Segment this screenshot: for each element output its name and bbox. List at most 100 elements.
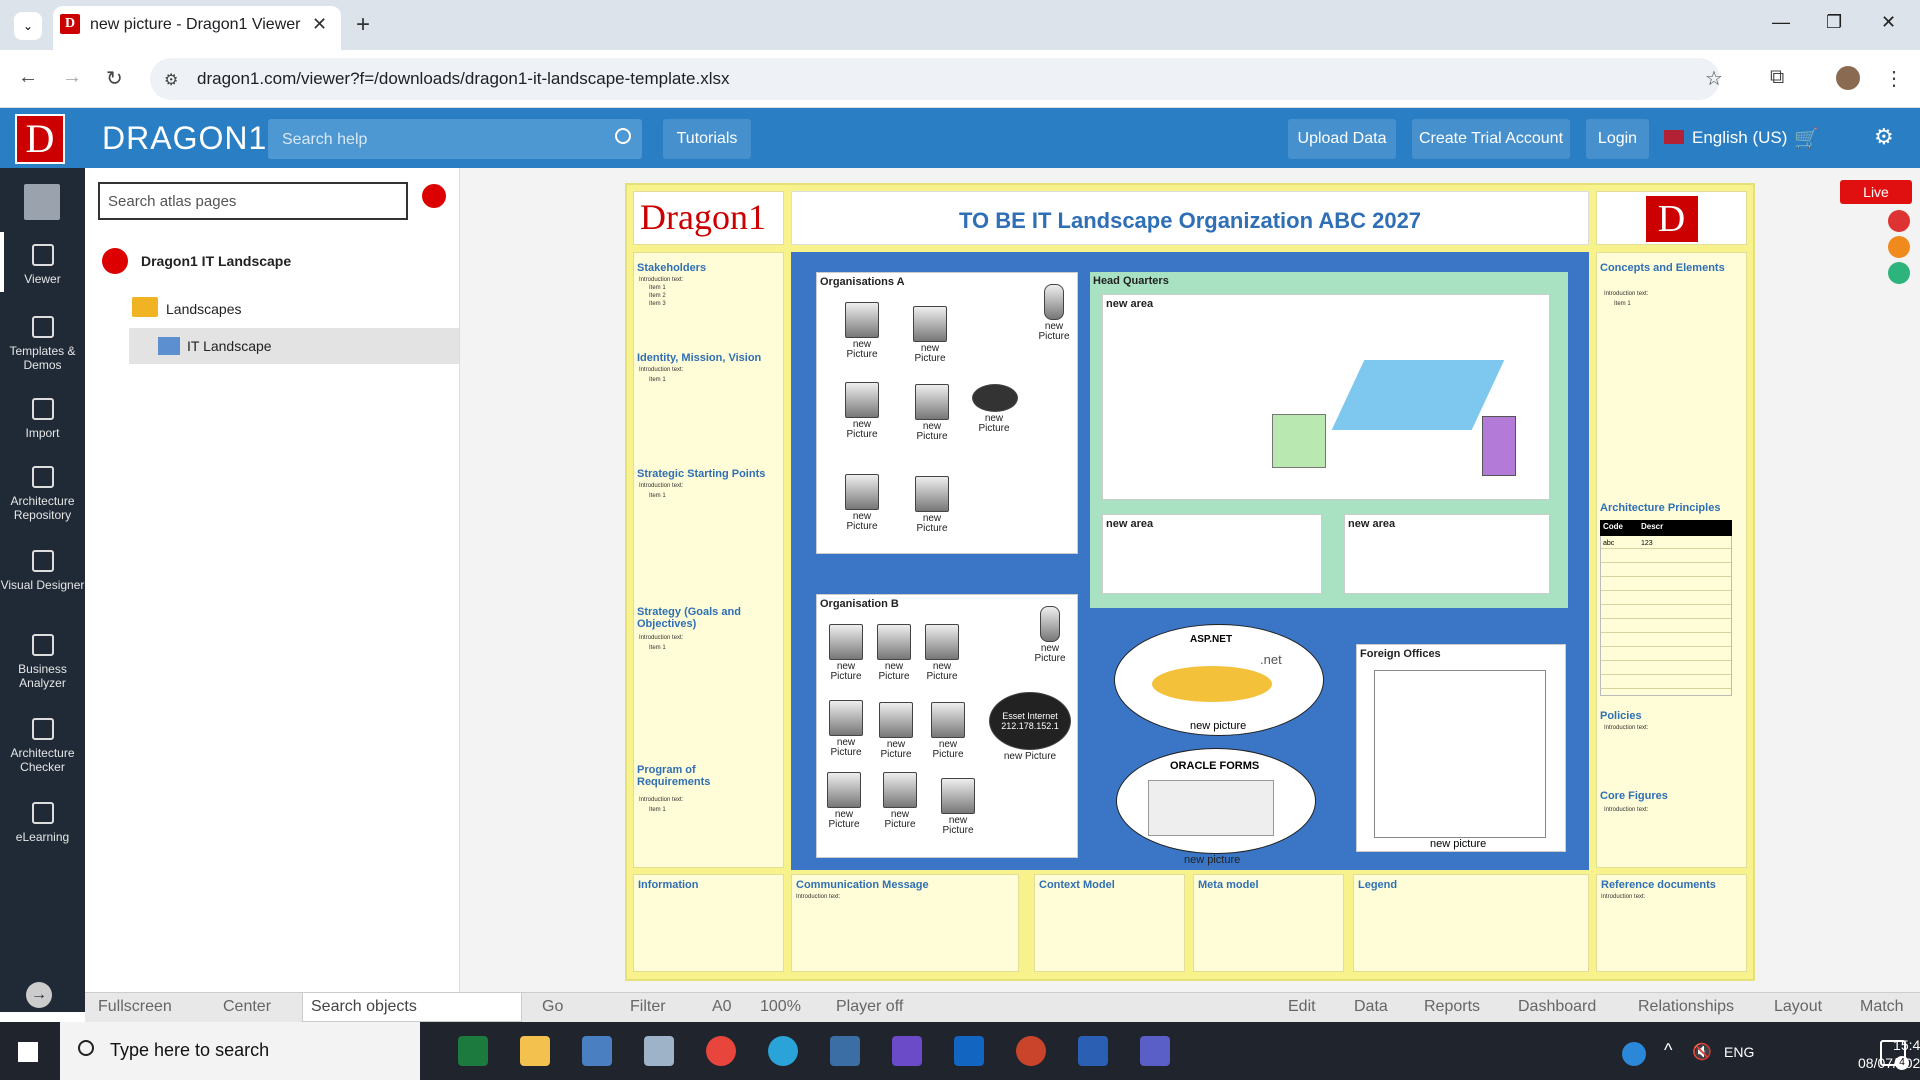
teams-icon[interactable] — [1140, 1036, 1170, 1066]
server-node[interactable]: new Picture — [936, 778, 980, 836]
section-policies[interactable]: Policies — [1596, 706, 1646, 724]
sidebar-item-templates[interactable]: Templates & Demos — [0, 316, 85, 372]
new-area-3[interactable]: new area — [1344, 514, 1550, 594]
new-tab-icon[interactable]: + — [356, 11, 370, 39]
extensions-icon[interactable]: ⧉ — [1770, 66, 1784, 89]
section-core-figures[interactable]: Core Figures — [1596, 786, 1672, 804]
login-button[interactable]: Login — [1586, 119, 1649, 159]
sidebar-item-visual-designer[interactable]: Visual Designer — [0, 550, 85, 592]
server-node[interactable]: new Picture — [840, 302, 884, 360]
comment-icon[interactable] — [1888, 236, 1910, 258]
server-node[interactable]: new Picture — [910, 384, 954, 442]
sidebar-item-architecture-checker[interactable]: Architecture Checker — [0, 718, 85, 774]
volume-muted-icon[interactable]: 🔇 — [1692, 1042, 1712, 1062]
sidebar-item-viewer[interactable]: Viewer — [0, 244, 85, 286]
reference-box[interactable]: Reference documents Introduction text: — [1596, 874, 1747, 972]
internet-cloud-node[interactable]: Esset Internet 212.178.152.1 new Picture — [986, 692, 1074, 762]
tutorials-button[interactable]: Tutorials — [663, 119, 751, 159]
bookmark-star-icon[interactable]: ☆ — [1705, 66, 1723, 91]
cart-icon[interactable]: 🛒 — [1794, 126, 1819, 151]
record-dot-icon[interactable] — [422, 184, 446, 208]
dashboard-thumbnail[interactable] — [1272, 414, 1326, 468]
paper-size-button[interactable]: A0 — [712, 998, 732, 1016]
server-node[interactable]: new Picture — [872, 624, 916, 682]
reports-button[interactable]: Reports — [1424, 998, 1480, 1016]
collapse-arrow-icon[interactable]: → — [26, 982, 52, 1008]
live-badge[interactable]: Live — [1840, 180, 1912, 204]
go-button[interactable]: Go — [542, 998, 563, 1016]
zoom-level[interactable]: 100% — [760, 998, 801, 1016]
create-trial-account-button[interactable]: Create Trial Account — [1412, 119, 1570, 159]
site-info-icon[interactable]: ⚙ — [164, 70, 178, 90]
excel-icon[interactable] — [458, 1036, 488, 1066]
sidebar-item-elearning[interactable]: eLearning — [0, 802, 85, 844]
url-text[interactable]: dragon1.com/viewer?f=/downloads/dragon1-… — [197, 69, 730, 89]
upload-data-button[interactable]: Upload Data — [1288, 119, 1396, 159]
remote-desktop-icon[interactable] — [830, 1036, 860, 1066]
brand-name[interactable]: DRAGON1 — [102, 120, 267, 157]
tree-landscapes[interactable]: Landscapes — [166, 301, 242, 317]
server-node[interactable]: new Picture — [822, 772, 866, 830]
app-icon[interactable] — [582, 1036, 612, 1066]
legend-box[interactable]: Legend — [1353, 874, 1589, 972]
word-icon[interactable] — [1078, 1036, 1108, 1066]
fullscreen-button[interactable]: Fullscreen — [98, 998, 172, 1016]
layout-button[interactable]: Layout — [1774, 998, 1822, 1016]
search-objects-input[interactable]: Search objects — [311, 998, 417, 1016]
input-language[interactable]: ENG — [1724, 1044, 1754, 1060]
profile-avatar[interactable] — [1836, 66, 1860, 90]
filter-button[interactable]: Filter — [630, 998, 666, 1016]
browser-menu-icon[interactable]: ⋮ — [1884, 66, 1904, 91]
server-node[interactable]: new Picture — [824, 624, 868, 682]
server-node[interactable]: new Picture — [874, 702, 918, 760]
section-strategy[interactable]: Strategy (Goals and Objectives) — [633, 602, 773, 632]
server-node[interactable]: new Picture — [908, 306, 952, 364]
sidebar-item-architecture-repository[interactable]: Architecture Repository — [0, 466, 85, 522]
search-help-input[interactable]: Search help — [268, 119, 642, 159]
new-area-2[interactable]: new area — [1102, 514, 1322, 594]
section-strategic-starting-points[interactable]: Strategic Starting Points — [633, 464, 769, 482]
restore-icon[interactable]: ❐ — [1826, 12, 1842, 33]
search-atlas-input[interactable]: Search atlas pages — [98, 182, 408, 220]
section-identity[interactable]: Identity, Mission, Vision — [633, 348, 765, 366]
server-node[interactable]: new Picture — [840, 382, 884, 440]
server-node[interactable]: new Picture — [840, 474, 884, 532]
language-selector[interactable]: English (US) — [1692, 128, 1787, 148]
server-node[interactable]: new Picture — [920, 624, 964, 682]
sidebar-item-business-analyzer[interactable]: Business Analyzer — [0, 634, 85, 690]
share-icon[interactable] — [1888, 210, 1910, 232]
dashboard-button[interactable]: Dashboard — [1518, 998, 1596, 1016]
section-program-of-requirements[interactable]: Program of Requirements — [633, 760, 773, 790]
outlook-icon[interactable] — [954, 1036, 984, 1066]
server-node[interactable]: new Picture — [910, 476, 954, 534]
tab-close-icon[interactable]: ✕ — [312, 14, 327, 35]
reload-icon[interactable]: ↻ — [106, 66, 123, 91]
match-button[interactable]: Match — [1860, 998, 1904, 1016]
meta-model-box[interactable]: Meta model — [1193, 874, 1344, 972]
settings-gear-icon[interactable]: ⚙ — [1874, 124, 1894, 150]
edit-button[interactable]: Edit — [1288, 998, 1316, 1016]
player-toggle[interactable]: Player off — [836, 998, 903, 1016]
help-icon[interactable] — [1622, 1042, 1646, 1066]
sidebar-item-import[interactable]: Import — [0, 398, 85, 440]
forward-icon[interactable]: → — [62, 66, 82, 89]
tree-root[interactable]: Dragon1 IT Landscape — [141, 253, 291, 269]
context-model-box[interactable]: Context Model — [1034, 874, 1185, 972]
server-node[interactable]: new Picture — [878, 772, 922, 830]
minimize-icon[interactable]: — — [1772, 12, 1790, 33]
file-explorer-icon[interactable] — [520, 1036, 550, 1066]
chrome-icon[interactable] — [706, 1036, 736, 1066]
center-button[interactable]: Center — [223, 998, 271, 1016]
taskbar-search[interactable]: Type here to search — [60, 1022, 420, 1080]
section-concepts[interactable]: Concepts and Elements — [1596, 258, 1729, 276]
tray-chevron-icon[interactable]: ^ — [1664, 1040, 1672, 1061]
search-icon[interactable] — [615, 128, 631, 144]
edge-icon[interactable] — [768, 1036, 798, 1066]
server-node[interactable]: new Picture — [926, 702, 970, 760]
database-node[interactable]: new Picture — [1028, 606, 1072, 664]
windows-start-icon[interactable] — [18, 1042, 38, 1062]
app-icon[interactable] — [892, 1036, 922, 1066]
cloud-node[interactable]: new Picture — [972, 384, 1018, 434]
server-node[interactable]: new Picture — [824, 700, 868, 758]
powerpoint-icon[interactable] — [1016, 1036, 1046, 1066]
